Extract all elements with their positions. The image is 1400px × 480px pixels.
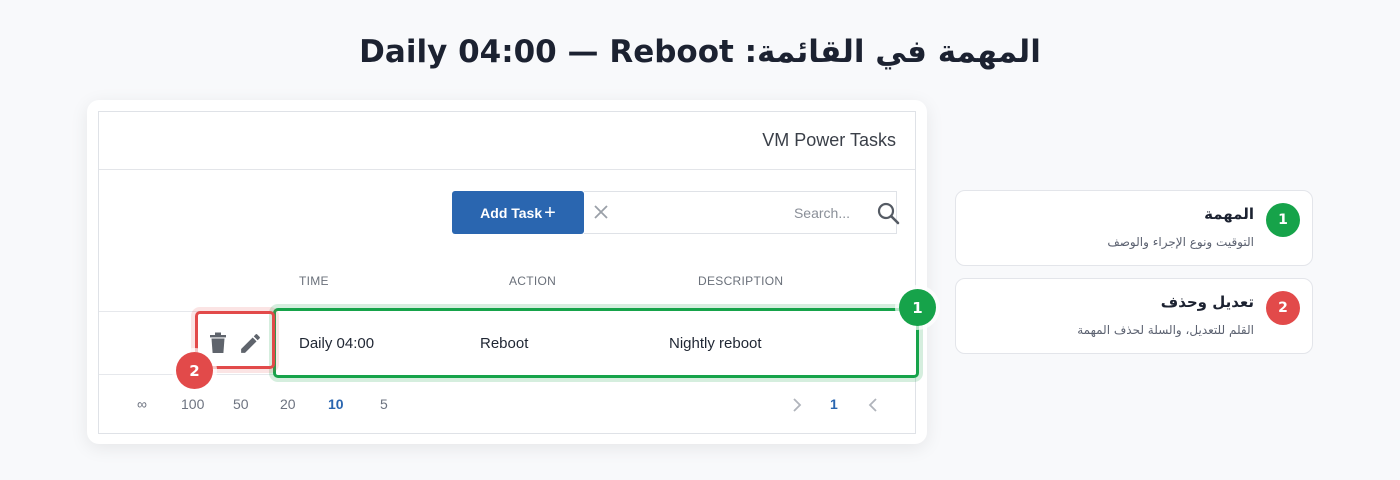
current-page[interactable]: 1 (830, 396, 838, 412)
page-size-all[interactable]: ∞ (137, 396, 147, 412)
plus-icon: + (544, 201, 556, 224)
legend-badge-1: 1 (1266, 203, 1300, 237)
page-size-5[interactable]: 5 (380, 396, 388, 412)
vm-power-tasks-panel: VM Power Tasks Add Task + Search... TIME… (98, 111, 936, 434)
legend-item-1: 1 المهمة التوقيت ونوع الإجراء والوصف (955, 190, 1313, 266)
legend-desc-1: التوقيت ونوع الإجراء والوصف (1107, 235, 1254, 249)
page-size-50[interactable]: 50 (233, 396, 249, 412)
page-size-10[interactable]: 10 (328, 396, 344, 412)
column-header-description[interactable]: DESCRIPTION (698, 274, 783, 288)
close-icon[interactable] (590, 201, 612, 223)
task-time-cell: Daily 04:00 (299, 335, 375, 352)
legend-item-2: 2 تعديل وحذف القلم للتعديل، والسلة لحذف … (955, 278, 1313, 354)
panel-title: VM Power Tasks (762, 130, 896, 150)
legend-title-1: المهمة (1204, 205, 1254, 223)
add-task-button[interactable]: Add Task + (452, 191, 584, 234)
search-icon[interactable] (876, 201, 902, 227)
edit-icon[interactable] (238, 331, 263, 356)
legend-desc-2: القلم للتعديل، والسلة لحذف المهمة (1077, 323, 1254, 337)
legend-title-2: تعديل وحذف (1160, 293, 1254, 311)
column-header-action[interactable]: ACTION (509, 274, 556, 288)
trash-icon[interactable] (209, 332, 227, 354)
callout-badge-1: 1 (899, 289, 936, 326)
chevron-right-icon[interactable] (789, 395, 805, 415)
task-action-cell: Reboot (480, 335, 529, 352)
add-task-label: Add Task (480, 204, 543, 221)
screenshot-card: VM Power Tasks Add Task + Search... TIME… (87, 100, 936, 444)
search-input[interactable]: Search... (584, 191, 900, 234)
task-description-cell: Nightly reboot (669, 335, 762, 352)
chevron-left-icon[interactable] (865, 395, 881, 415)
page-title: المهمة في القائمة: Daily 04:00 — Reboot (359, 34, 1041, 70)
column-header-time[interactable]: TIME (299, 274, 329, 288)
search-placeholder: Search... (793, 205, 850, 221)
legend-badge-2: 2 (1266, 291, 1300, 325)
page-size-100[interactable]: 100 (181, 396, 204, 412)
callout-badge-2: 2 (176, 352, 213, 389)
page-size-20[interactable]: 20 (280, 396, 296, 412)
panel-header: VM Power Tasks (99, 112, 915, 170)
